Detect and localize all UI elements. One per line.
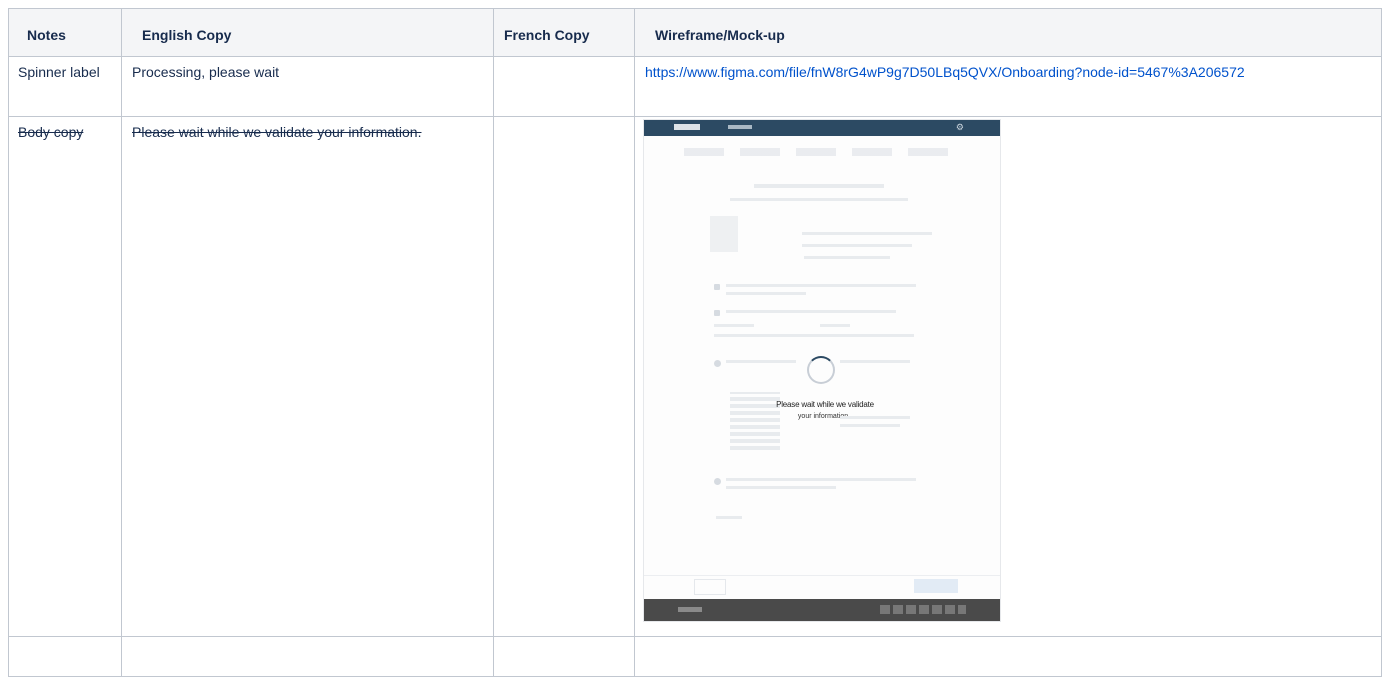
mockup-text [714, 334, 914, 337]
cell-french-copy [493, 56, 635, 117]
mockup-nav [728, 125, 752, 129]
cell-wireframe: https://www.figma.com/file/fnW8rG4wP9g7D… [634, 56, 1382, 117]
mockup-logo [674, 124, 700, 130]
mockup-next-button [914, 579, 958, 593]
table-header-row: Notes English Copy French Copy Wireframe… [8, 8, 1382, 57]
mockup-text [840, 416, 910, 419]
figma-link[interactable]: https://www.figma.com/file/fnW8rG4wP9g7D… [645, 64, 1245, 80]
gear-icon: ⚙ [955, 122, 964, 132]
mockup-text [820, 324, 850, 327]
spinner-icon [807, 356, 835, 384]
mockup-text [840, 424, 900, 427]
mockup-checkbox [714, 310, 720, 316]
mockup-overlay-title: Please wait while we validate [776, 400, 874, 409]
cell-english-copy: Processing, please wait [121, 56, 494, 117]
cell-wireframe: ⚙ Please wait while we validate your inf… [634, 116, 1382, 637]
mockup-text [726, 284, 916, 287]
mockup-footer [644, 599, 1000, 621]
header-french-copy: French Copy [493, 8, 635, 57]
mockup-text [714, 324, 754, 327]
mockup-text [726, 486, 836, 489]
mockup-radio [714, 360, 721, 367]
copy-table: Notes English Copy French Copy Wireframe… [8, 8, 1382, 677]
cell-notes: Spinner label [8, 56, 122, 117]
mockup-checkbox [714, 284, 720, 290]
cell-notes [8, 636, 122, 677]
mockup-text [726, 478, 916, 481]
mockup-text [726, 292, 806, 295]
header-english-copy: English Copy [121, 8, 494, 57]
cell-english-copy: Please wait while we validate your infor… [121, 116, 494, 637]
mockup-text [726, 310, 896, 313]
english-text: Please wait while we validate your infor… [132, 124, 422, 140]
mockup-footer-links [880, 605, 966, 614]
mockup-subheading [730, 198, 908, 201]
cell-english-copy [121, 636, 494, 677]
table-row [8, 636, 1382, 677]
notes-text: Body copy [18, 124, 84, 140]
mockup-text [716, 516, 742, 519]
header-wireframe: Wireframe/Mock-up [634, 8, 1382, 57]
table-row: Spinner label Processing, please wait ht… [8, 56, 1382, 117]
mockup-text [726, 360, 796, 363]
mockup-text [840, 360, 910, 363]
mockup-radio [714, 478, 721, 485]
table-row: Body copy Please wait while we validate … [8, 116, 1382, 637]
cell-notes: Body copy [8, 116, 122, 637]
cell-wireframe [634, 636, 1382, 677]
mockup-heading [754, 184, 884, 188]
mockup-steps [684, 148, 964, 156]
mockup-topbar: ⚙ [644, 120, 1000, 136]
mockup-text [802, 232, 932, 235]
cell-french-copy [493, 116, 635, 637]
mockup-card-image [710, 216, 738, 252]
mockup-footer-logo [678, 607, 702, 612]
mockup-image[interactable]: ⚙ Please wait while we validate your inf… [643, 119, 1001, 622]
mockup-text [802, 244, 912, 247]
mockup-text [804, 256, 890, 259]
mockup-back-button [694, 579, 726, 595]
cell-french-copy [493, 636, 635, 677]
header-notes: Notes [8, 8, 122, 57]
